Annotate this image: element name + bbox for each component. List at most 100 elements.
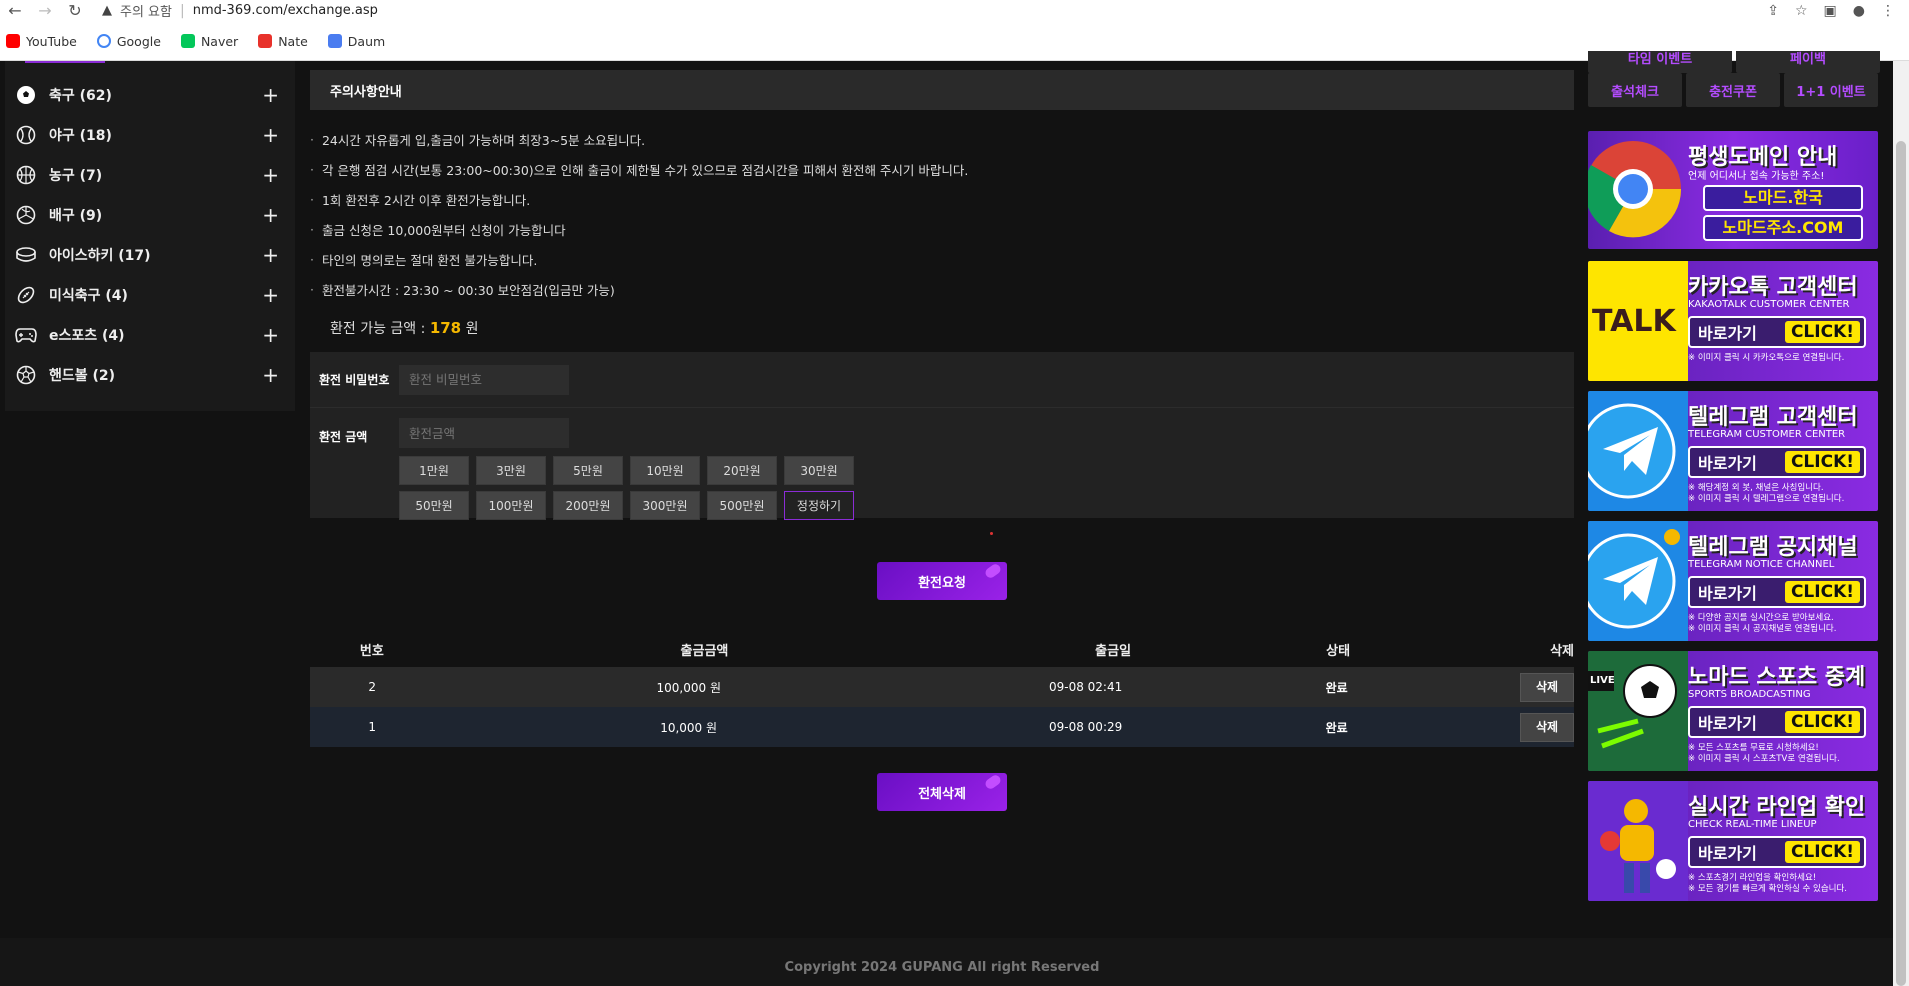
banner-subtitle: KAKAOTALK CUSTOMER CENTER	[1688, 299, 1850, 310]
lineup-banner[interactable]: 실시간 라인업 확인 CHECK REAL-TIME LINEUP 바로가기 CL…	[1588, 781, 1878, 901]
sidebar-item-soccer[interactable]: 축구 (62) +	[5, 75, 295, 115]
amount-button-100[interactable]: 100만원	[476, 491, 546, 520]
bookmark-label: Nate	[278, 33, 308, 49]
warning-icon[interactable]: ▲	[102, 3, 112, 18]
nate-icon	[258, 34, 273, 48]
amount-button-50[interactable]: 50만원	[399, 491, 469, 520]
password-field[interactable]	[399, 364, 569, 395]
sidebar-item-basketball[interactable]: 농구 (7) +	[5, 155, 295, 195]
google-icon	[96, 34, 111, 48]
notice-text: 환전불가시간 : 23:30 ~ 00:30 보안점검(입금만 가능)	[321, 282, 615, 298]
bookmark-google[interactable]: Google	[96, 34, 161, 49]
sidepanel-icon[interactable]: ▣	[1824, 3, 1837, 19]
click-label: CLICK!	[1784, 581, 1860, 603]
url-text[interactable]: nmd-369.com/exchange.asp	[193, 3, 378, 18]
amount-button-10[interactable]: 10만원	[630, 456, 700, 485]
sidebar-accent	[25, 61, 105, 63]
banner-title: 텔레그램 공지채널	[1688, 535, 1858, 560]
sidebar-item-football[interactable]: 미식축구 (4) +	[5, 275, 295, 315]
go-label: 바로가기	[1698, 584, 1757, 603]
plus-icon[interactable]: +	[262, 203, 279, 227]
banner-note: ※ 다양한 공지를 실시간으로 받아보세요. ※ 이미지 클릭 시 공지채널로 …	[1688, 613, 1837, 634]
sidebar-item-volleyball[interactable]: 배구 (9) +	[5, 195, 295, 235]
amount-button-500[interactable]: 500만원	[707, 491, 777, 520]
sidebar-item-handball[interactable]: 핸드볼 (2) +	[5, 355, 295, 395]
plus-icon[interactable]: +	[262, 83, 279, 107]
banner-go-button: 바로가기 CLICK!	[1688, 446, 1866, 478]
banner-note: ※ 스포츠경기 라인업을 확인하세요! ※ 모든 경기를 빠르게 확인하실 수 …	[1688, 873, 1847, 894]
plus-icon[interactable]: +	[262, 283, 279, 307]
charge-coupon-button[interactable]: 충전쿠폰	[1686, 73, 1780, 107]
go-label: 바로가기	[1698, 454, 1757, 473]
attendance-button[interactable]: 출석체크	[1588, 73, 1682, 107]
one-plus-one-event-button[interactable]: 1+1 이벤트	[1784, 73, 1878, 107]
bookmark-nate[interactable]: Nate	[258, 34, 308, 49]
sidebar-item-icehockey[interactable]: 아이스하키 (17) +	[5, 235, 295, 275]
go-label: 바로가기	[1698, 324, 1757, 343]
youtube-icon	[6, 34, 20, 48]
live-badge: LIVE	[1590, 675, 1615, 686]
row-date: 09-08 02:41	[1048, 680, 1123, 694]
domain-banner[interactable]: 평생도메인 안내 언제 어디서나 접속 가능한 주소! 노마드.한국 노마드주소…	[1588, 131, 1878, 249]
password-label: 환전 비밀번호	[319, 373, 390, 387]
star-icon[interactable]: ☆	[1795, 3, 1808, 19]
telegram-notice-banner[interactable]: 텔레그램 공지채널 TELEGRAM NOTICE CHANNEL 바로가기 CL…	[1588, 521, 1878, 641]
scrollbar-thumb[interactable]	[1896, 141, 1906, 986]
payback-button[interactable]: 페이백	[1736, 51, 1880, 73]
delete-button[interactable]: 삭제	[1520, 712, 1575, 742]
security-warning[interactable]: 주의 요함	[120, 1, 172, 20]
sidebar-item-label: e스포츠 (4)	[49, 328, 125, 344]
forward-icon[interactable]: →	[30, 1, 60, 20]
plus-icon[interactable]: +	[262, 163, 279, 187]
plus-icon[interactable]: +	[262, 243, 279, 267]
sports-broadcast-banner[interactable]: LIVE 노마드 스포츠 중계 SPORTS BROADCASTING 바로가기…	[1588, 651, 1878, 771]
banner-title: 실시간 라인업 확인	[1688, 795, 1866, 820]
bookmark-label: YouTube	[26, 33, 77, 49]
available-amount: 환전 가능 금액 : 178 원	[310, 318, 1574, 342]
banner-title: 텔레그램 고객센터	[1688, 405, 1858, 430]
row-amount: 100,000 원	[656, 680, 721, 695]
bookmark-youtube[interactable]: YouTube	[6, 34, 77, 49]
bookmark-label: Daum	[347, 33, 386, 49]
amount-button-30[interactable]: 30만원	[784, 456, 854, 485]
time-event-button[interactable]: 타임 이벤트	[1588, 51, 1732, 73]
sidebar-item-label: 배구 (9)	[49, 208, 103, 224]
delete-all-label: 전체삭제	[918, 786, 966, 802]
row-no: 1	[368, 720, 377, 734]
kakaotalk-banner[interactable]: TALK 카카오톡 고객센터 KAKAOTALK CUSTOMER CENTER…	[1588, 261, 1878, 381]
table-row: 1 10,000 원 09-08 00:29 완료 삭제	[310, 707, 1575, 747]
plus-icon[interactable]: +	[262, 363, 279, 387]
delete-all-button[interactable]: 전체삭제	[877, 773, 1007, 811]
amount-button-1[interactable]: 1만원	[399, 456, 469, 485]
notice-item: · 1회 환전후 2시간 이후 환전가능합니다.	[310, 184, 1574, 214]
menu-icon[interactable]: ⋮	[1881, 3, 1895, 19]
exchange-request-button[interactable]: 환전요청	[877, 562, 1007, 600]
bookmark-naver[interactable]: Naver	[180, 33, 239, 49]
plus-icon[interactable]: +	[262, 123, 279, 147]
plus-icon[interactable]: +	[262, 323, 279, 347]
amount-button-200[interactable]: 200만원	[553, 491, 623, 520]
amount-button-5[interactable]: 5만원	[553, 456, 623, 485]
bookmark-label: Naver	[200, 33, 239, 49]
reload-icon[interactable]: ↻	[60, 1, 90, 20]
amount-field[interactable]	[399, 418, 569, 448]
bookmark-daum[interactable]: Daum	[327, 33, 386, 49]
soccer-ball-icon	[15, 84, 37, 106]
banner-subtitle: TELEGRAM NOTICE CHANNEL	[1688, 559, 1835, 570]
page-scrollbar[interactable]	[1893, 61, 1909, 986]
amount-button-3[interactable]: 3만원	[476, 456, 546, 485]
notice-title: 주의사항안내	[310, 70, 1574, 110]
notice-item: · 타인의 명의로는 절대 환전 불가능합니다.	[310, 244, 1574, 274]
reset-amount-button[interactable]: 정정하기	[784, 491, 854, 520]
telegram-cs-banner[interactable]: 텔레그램 고객센터 TELEGRAM CUSTOMER CENTER 바로가기 C…	[1588, 391, 1878, 511]
amount-button-300[interactable]: 300만원	[630, 491, 700, 520]
back-icon[interactable]: ←	[0, 1, 30, 20]
profile-icon[interactable]: ●	[1853, 3, 1865, 19]
delete-button[interactable]: 삭제	[1520, 672, 1574, 702]
sports-sidebar: 축구 (62) + 야구 (18) + 농구 (7) + 배구 (9) + 아이…	[5, 61, 295, 411]
banner-go-button: 바로가기 CLICK!	[1688, 576, 1866, 608]
share-icon[interactable]: ⇪	[1767, 3, 1779, 19]
sidebar-item-esports[interactable]: e스포츠 (4) +	[5, 315, 295, 355]
amount-button-20[interactable]: 20만원	[707, 456, 777, 485]
sidebar-item-baseball[interactable]: 야구 (18) +	[5, 115, 295, 155]
